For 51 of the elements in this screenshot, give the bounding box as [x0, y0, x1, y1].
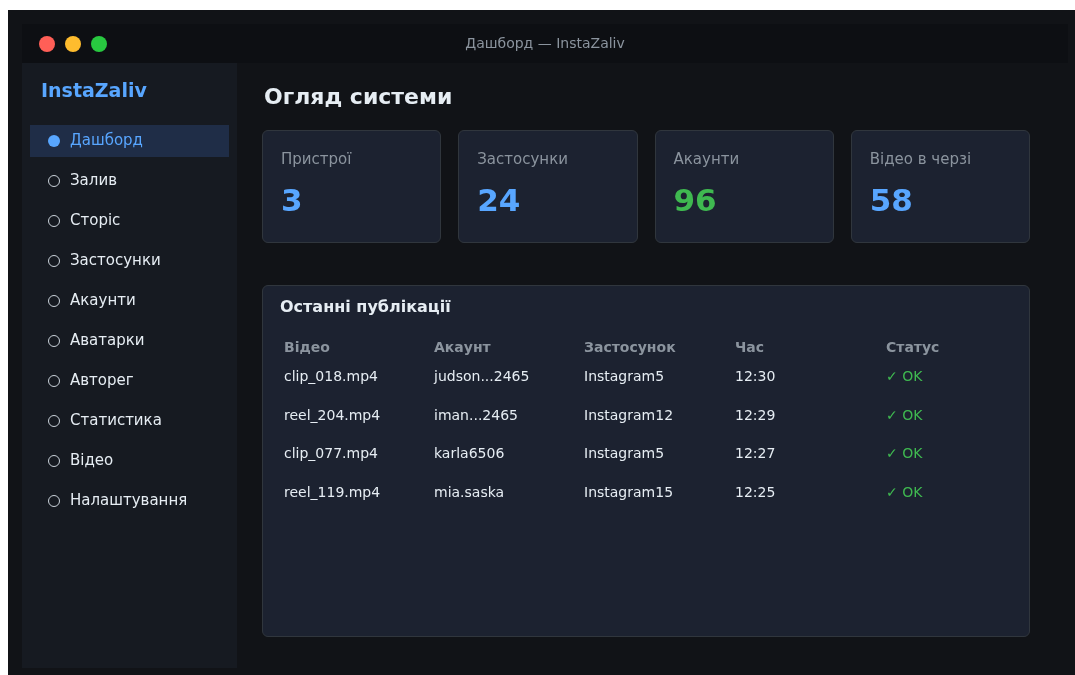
app-logo: InstaZaliv: [40, 78, 148, 103]
minimize-button[interactable]: [65, 35, 81, 52]
stat-value: 96: [673, 180, 717, 220]
sidebar-item[interactable]: Аватарки: [30, 324, 229, 357]
sidebar-item[interactable]: Акаунти: [30, 284, 229, 317]
table-cell-text: 12:25: [735, 483, 776, 503]
table-cell-text: iman...2465: [434, 405, 518, 425]
bullet-icon: [48, 134, 60, 147]
sidebar-item[interactable]: Залив: [30, 164, 229, 197]
table-cell-text: judson...2465: [434, 367, 530, 386]
column-header: Застосунок: [584, 338, 676, 357]
table-cell-text: 12:29: [735, 405, 776, 425]
stat-value: 24: [477, 180, 521, 220]
sidebar-item[interactable]: Застосунки: [30, 244, 229, 277]
column-header: Статус: [886, 338, 940, 357]
sidebar-item[interactable]: Авторег: [30, 364, 229, 397]
maximize-button[interactable]: [91, 35, 107, 52]
stat-label: Пристрої: [281, 149, 352, 170]
status-text: ✓ OK: [886, 444, 923, 464]
page-heading: Огляд системи: [263, 83, 454, 111]
sidebar-item[interactable]: Відео: [30, 444, 229, 477]
close-button[interactable]: [39, 35, 55, 52]
stat-value: 58: [869, 180, 913, 220]
status-text: ✓ OK: [886, 483, 923, 503]
table-cell-text: clip_077.mp4: [284, 444, 378, 464]
status-text: ✓ OK: [886, 367, 923, 386]
table-cell-text: mia.saska: [434, 483, 505, 503]
table-cell-text: karla6506: [434, 444, 505, 464]
status-text: ✓ OK: [886, 405, 923, 425]
stat-label: Застосунки: [477, 149, 568, 170]
table-cell-text: clip_018.mp4: [284, 367, 378, 386]
table-cell-text: 12:27: [735, 444, 776, 464]
sidebar-item[interactable]: Налаштування: [30, 484, 229, 517]
sidebar-item[interactable]: Дашборд: [30, 124, 229, 157]
stat-value: 3: [281, 180, 303, 220]
column-header: Відео: [284, 338, 330, 357]
window-title: Дашборд — InstaZaliv: [465, 34, 625, 53]
panel-title: Останні публікації: [280, 296, 452, 318]
column-header: Акаунт: [434, 338, 491, 357]
table-cell-text: reel_119.mp4: [284, 483, 381, 503]
table-cell-text: reel_204.mp4: [284, 405, 381, 425]
stat-label: Відео в черзі: [869, 149, 972, 170]
sidebar-item[interactable]: Сторіс: [30, 204, 229, 237]
sidebar-item[interactable]: Статистика: [30, 404, 229, 437]
column-header: Час: [735, 338, 765, 357]
table-cell-text: Instagram5: [584, 444, 665, 464]
table-cell-text: 12:30: [735, 367, 776, 386]
table-cell-text: Instagram5: [584, 367, 665, 386]
stat-label: Акаунти: [673, 149, 740, 170]
table-cell-text: Instagram12: [584, 405, 674, 425]
table-cell-text: Instagram15: [584, 483, 674, 503]
